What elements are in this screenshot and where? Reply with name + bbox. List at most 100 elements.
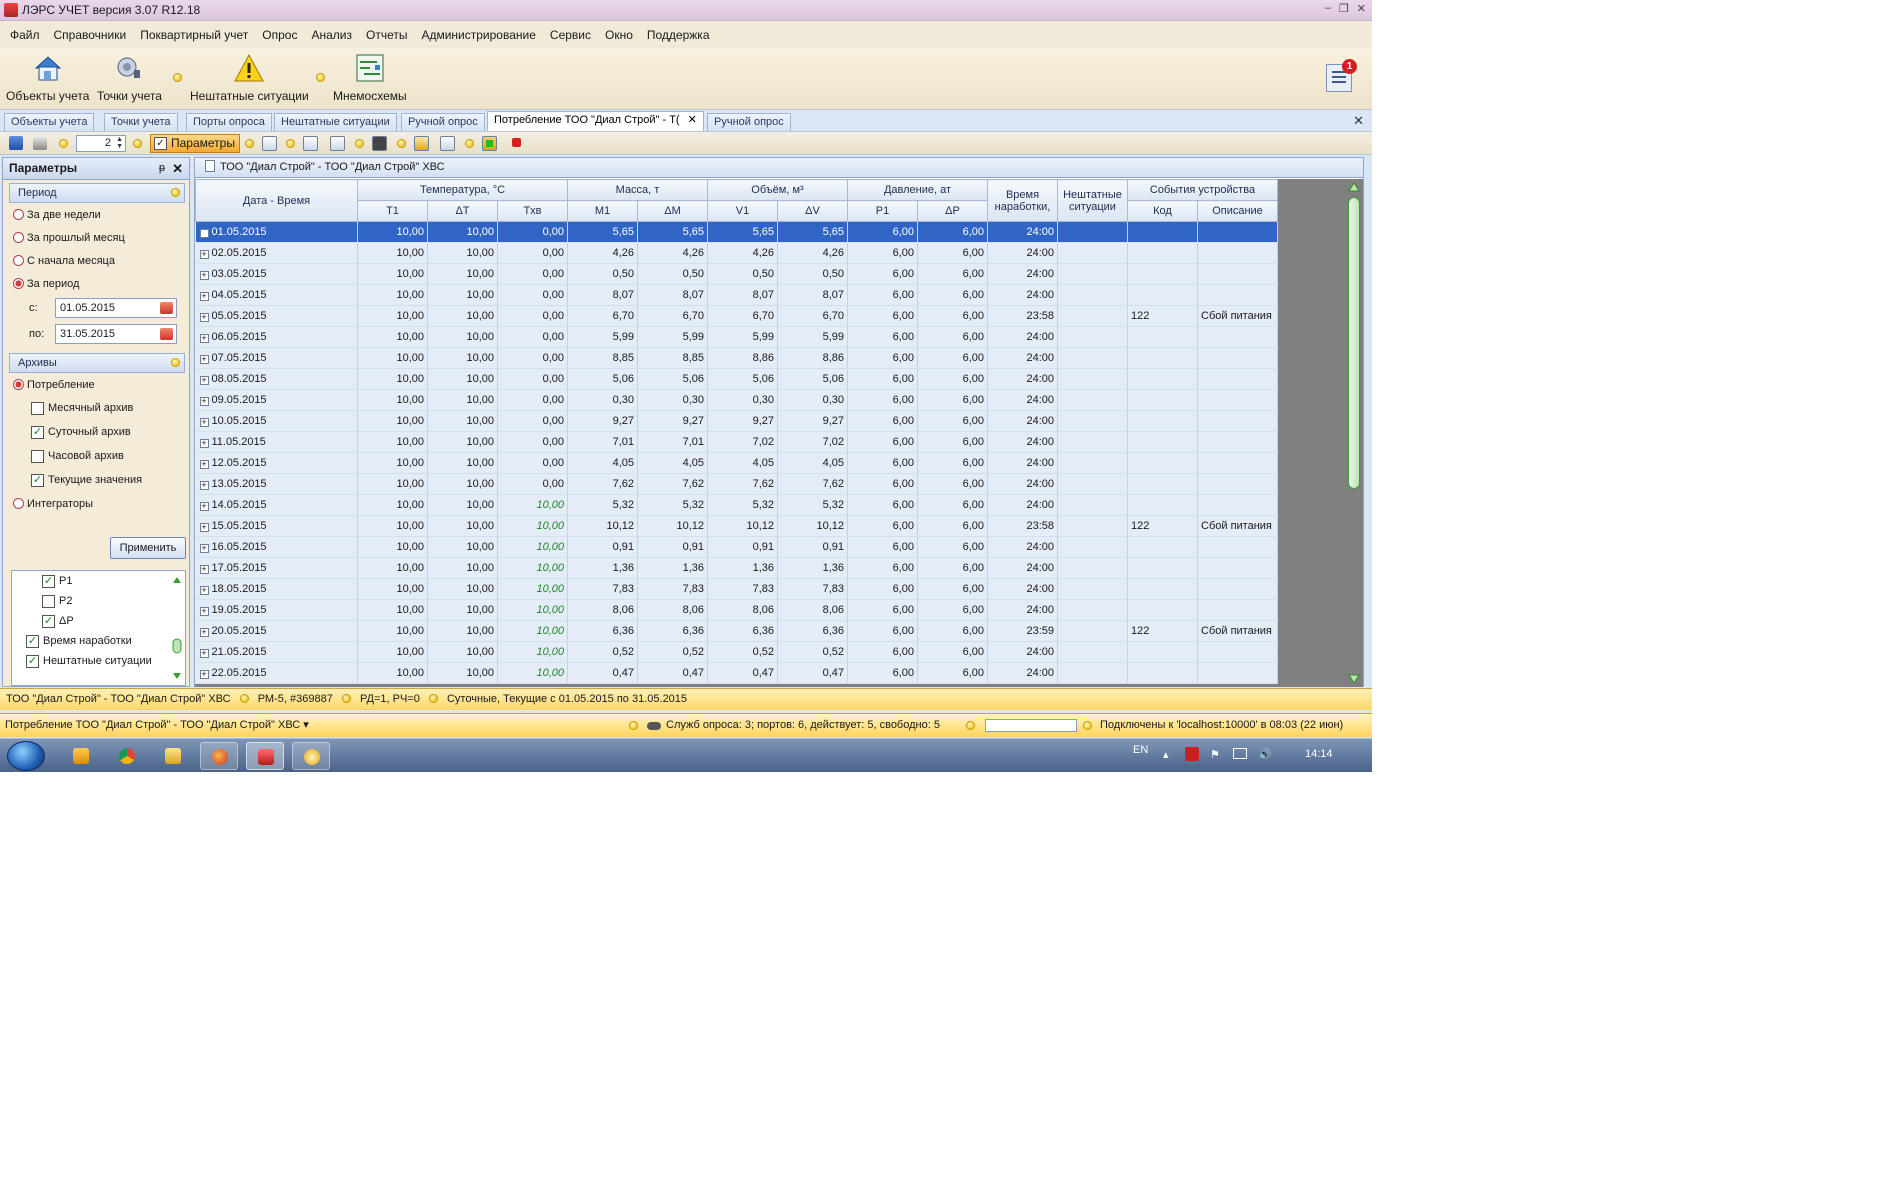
expand-row-icon[interactable]: + (199, 502, 209, 511)
taskbar-media-player[interactable] (62, 742, 100, 770)
tree-node-emergencies[interactable]: ✓ Нештатные ситуации (12, 651, 185, 671)
chart-icon[interactable] (330, 136, 345, 151)
menu-service[interactable]: Сервис (543, 28, 598, 42)
expand-row-icon[interactable]: + (199, 418, 209, 427)
col-datetime[interactable]: Дата - Время (195, 179, 358, 222)
period-section[interactable]: Период (9, 183, 185, 203)
antivirus-icon[interactable] (1185, 747, 1199, 761)
calculator-icon[interactable] (440, 136, 455, 151)
table-row[interactable]: +14.05.2015 10,00 10,00 10,00 5,32 5,32 5,32 5,… (195, 494, 1278, 516)
start-icon[interactable] (482, 136, 497, 151)
tree-scrollbar[interactable] (171, 575, 183, 681)
status-context-dropdown[interactable]: Потребление ТОО "Диал Строй" - ТОО "Диал… (5, 714, 309, 737)
col-dt[interactable]: ΔT (427, 200, 498, 222)
expand-row-icon[interactable]: + (199, 628, 209, 637)
integrators-option[interactable]: Интеграторы (3, 492, 189, 515)
table-row[interactable]: +20.05.2015 10,00 10,00 10,00 6,36 6,36 6,36 6,… (195, 620, 1278, 642)
expand-row-icon[interactable]: + (199, 376, 209, 385)
table-row[interactable]: +18.05.2015 10,00 10,00 10,00 7,83 7,83 7,83 7,… (195, 578, 1278, 600)
menu-references[interactable]: Справочники (47, 28, 134, 42)
table-row[interactable]: +12.05.2015 10,00 10,00 0,00 4,05 4,05 4,05 4,0… (195, 452, 1278, 474)
table-row[interactable]: +08.05.2015 10,00 10,00 0,00 5,06 5,06 5,06 5,0… (195, 368, 1278, 390)
table-row[interactable]: +09.05.2015 10,00 10,00 0,00 0,30 0,30 0,30 0,3… (195, 389, 1278, 411)
menu-apartment-accounting[interactable]: Поквартирный учет (133, 28, 255, 42)
grid-viewport[interactable]: Дата - Время Температура, °C Масса, т Об… (195, 179, 1363, 687)
archive-daily[interactable]: ✓ Суточный архив (3, 420, 189, 444)
expand-row-icon[interactable]: + (199, 649, 209, 658)
expand-row-icon[interactable]: + (199, 439, 209, 448)
table-row[interactable]: +15.05.2015 10,00 10,00 10,00 10,12 10,12 10,1… (195, 515, 1278, 537)
col-description[interactable]: Описание (1197, 200, 1278, 222)
col-p1[interactable]: P1 (847, 200, 918, 222)
collapse-icon[interactable] (171, 358, 180, 367)
menu-support[interactable]: Поддержка (640, 28, 717, 42)
table-row[interactable]: +19.05.2015 10,00 10,00 10,00 8,06 8,06 8,06 8,… (195, 599, 1278, 621)
taskbar-explorer[interactable] (154, 742, 192, 770)
notifications-button[interactable]: 1 (1326, 59, 1357, 92)
tab-manual-poll[interactable]: Ручной опрос (401, 113, 485, 131)
menu-polling[interactable]: Опрос (255, 28, 304, 42)
emergencies-button[interactable]: Нештатные ситуации (190, 51, 309, 103)
expand-row-icon[interactable]: + (199, 523, 209, 532)
table-row[interactable]: +04.05.2015 10,00 10,00 0,00 8,07 8,07 8,07 8,0… (195, 284, 1278, 306)
menu-analysis[interactable]: Анализ (304, 28, 359, 42)
network-icon[interactable] (1233, 748, 1247, 759)
stop-icon[interactable] (512, 138, 521, 147)
close-window-button[interactable]: ✕ (1357, 2, 1366, 15)
table-row[interactable]: +11.05.2015 10,00 10,00 0,00 7,01 7,01 7,02 7,0… (195, 431, 1278, 453)
col-t1[interactable]: T1 (357, 200, 428, 222)
col-txv[interactable]: Tхв (497, 200, 568, 222)
tab-points[interactable]: Точки учета (104, 113, 178, 131)
table-row[interactable]: +01.05.2015 10,00 10,00 0,00 5,65 5,65 5,65 5,6… (195, 221, 1278, 243)
device-icon[interactable] (372, 136, 387, 151)
print-icon[interactable] (33, 136, 47, 150)
expand-row-icon[interactable]: + (199, 334, 209, 343)
table-row[interactable]: +10.05.2015 10,00 10,00 0,00 9,27 9,27 9,27 9,2… (195, 410, 1278, 432)
expand-row-icon[interactable]: + (199, 355, 209, 364)
page-spin-input[interactable]: 2 ▲ ▼ (76, 135, 126, 152)
period-custom[interactable]: За период (3, 272, 189, 295)
expand-row-icon[interactable]: + (199, 460, 209, 469)
poll-icon[interactable] (303, 136, 318, 151)
archive-hourly[interactable]: Часовой архив (3, 444, 189, 468)
col-dp[interactable]: ΔP (917, 200, 988, 222)
expand-row-icon[interactable]: + (199, 397, 209, 406)
expand-row-icon[interactable]: + (199, 607, 209, 616)
tab-manual-poll-2[interactable]: Ручной опрос (707, 113, 791, 131)
expand-row-icon[interactable]: + (199, 565, 209, 574)
tree-node-p2[interactable]: P2 (12, 591, 185, 611)
period-last-month[interactable]: За прошлый месяц (3, 226, 189, 249)
pin-icon[interactable]: ᵽ (159, 158, 165, 179)
table-row[interactable]: +03.05.2015 10,00 10,00 0,00 0,50 0,50 0,50 0,5… (195, 263, 1278, 285)
menu-reports[interactable]: Отчеты (359, 28, 414, 42)
taskbar-lers[interactable] (246, 742, 284, 770)
minimize-button[interactable]: – (1325, 2, 1331, 15)
calendar-icon[interactable] (160, 328, 173, 340)
apply-button[interactable]: Применить (110, 537, 186, 559)
collapse-icon[interactable] (171, 188, 180, 197)
period-month-start[interactable]: С начала месяца (3, 249, 189, 272)
expand-row-icon[interactable]: + (199, 670, 209, 679)
table-row[interactable]: +02.05.2015 10,00 10,00 0,00 4,26 4,26 4,26 4,2… (195, 242, 1278, 264)
table-row[interactable]: +17.05.2015 10,00 10,00 10,00 1,36 1,36 1,36 1,… (195, 557, 1278, 579)
parameters-toggle-button[interactable]: ✓ Параметры (150, 134, 240, 153)
expand-row-icon[interactable]: + (199, 250, 209, 259)
tray-arrow-icon[interactable]: ▴ (1163, 748, 1169, 761)
scroll-down-icon[interactable] (1347, 671, 1361, 685)
expand-row-icon[interactable]: + (199, 292, 209, 301)
col-dv[interactable]: ΔV (777, 200, 848, 222)
tree-node-dp[interactable]: ✓ ΔP (12, 611, 185, 631)
col-code[interactable]: Код (1127, 200, 1198, 222)
scrollbar-thumb[interactable] (1348, 197, 1360, 489)
col-emergency[interactable]: Нештатные ситуации (1057, 179, 1128, 222)
language-indicator[interactable]: EN (1133, 744, 1148, 756)
archive-current[interactable]: ✓ Текущие значения (3, 468, 189, 492)
taskbar-chrome[interactable] (108, 742, 146, 770)
menu-file[interactable]: Файл (3, 28, 47, 42)
refresh-icon[interactable] (262, 136, 277, 151)
close-all-tabs-icon[interactable]: ✕ (1353, 113, 1364, 129)
tab-objects[interactable]: Объекты учета (4, 113, 95, 131)
scroll-up-icon[interactable] (1347, 181, 1361, 195)
expand-row-icon[interactable]: + (199, 271, 209, 280)
menu-administration[interactable]: Администрирование (414, 28, 542, 42)
